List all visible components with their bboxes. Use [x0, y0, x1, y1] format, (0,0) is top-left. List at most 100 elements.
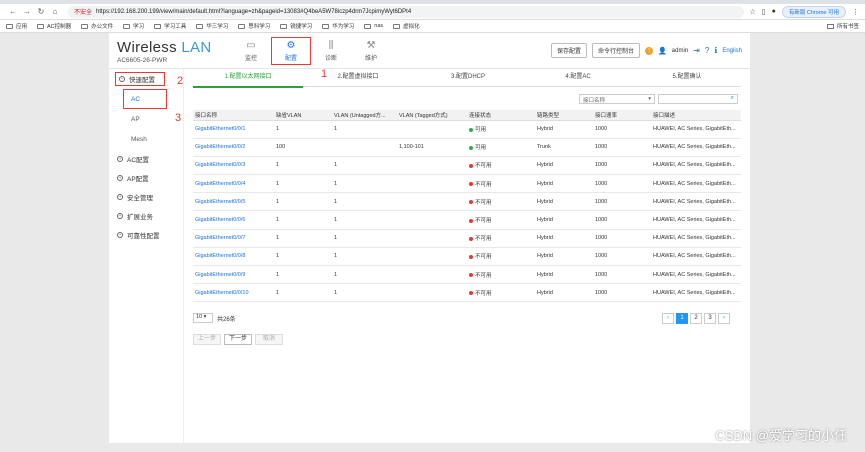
- info-icon[interactable]: ℹ: [714, 46, 717, 55]
- language-link[interactable]: English: [722, 48, 742, 54]
- save-config-button[interactable]: 保存配置: [551, 43, 588, 58]
- step-2[interactable]: 2.配置虚拟接口: [303, 71, 413, 80]
- status-text: 不可用: [475, 163, 492, 170]
- logout-icon[interactable]: ⇥: [693, 46, 700, 55]
- table-cell[interactable]: GigabitEthernet0/0/9: [193, 265, 274, 285]
- home-icon[interactable]: ⌂: [48, 7, 62, 16]
- table-cell[interactable]: GigabitEthernet0/0/1: [193, 120, 274, 139]
- table-cell[interactable]: GigabitEthernet0/0/5: [193, 192, 274, 212]
- sidebar-sub-mesh[interactable]: Mesh: [109, 129, 183, 149]
- page-1[interactable]: 1: [676, 313, 688, 324]
- table-cell: HUAWEI, AC Series, GigabitEth...: [651, 192, 741, 212]
- folder-icon: [322, 23, 330, 29]
- nav-diagnose[interactable]: ⫼ 诊断: [311, 37, 351, 65]
- bookmark-label: 学习工具: [164, 24, 187, 30]
- table-cell: 1: [332, 156, 397, 176]
- col-header[interactable]: VLAN (Untagged方...: [332, 110, 397, 121]
- profile-icon[interactable]: ●: [772, 8, 776, 15]
- back-icon[interactable]: ←: [6, 7, 20, 16]
- sidebar-sub-ac[interactable]: AC: [123, 89, 167, 109]
- page-size-select[interactable]: 10 ▾: [193, 313, 213, 323]
- reload-icon[interactable]: ↻: [34, 7, 48, 16]
- url-bar: ← → ↻ ⌂ 不安全 https://192.168.200.199/view…: [0, 4, 865, 20]
- bookmark-item[interactable]: AC控制器: [37, 22, 71, 30]
- bookmark-item[interactable]: 应用: [6, 22, 27, 30]
- bookmark-item[interactable]: 思科学习: [238, 22, 270, 30]
- status-dot-icon: [469, 254, 473, 259]
- menu-icon[interactable]: ⋮: [852, 8, 859, 16]
- star-icon[interactable]: ☆: [750, 8, 756, 16]
- forward-icon[interactable]: →: [20, 7, 34, 16]
- step-bar-active: [193, 86, 303, 88]
- all-bookmarks[interactable]: 所有书签: [826, 22, 859, 30]
- sidebar-item-security[interactable]: + 安全管理: [109, 187, 183, 206]
- sidepanel-icon[interactable]: ▯: [762, 8, 766, 16]
- bookmark-item[interactable]: 虚拟化: [393, 22, 420, 30]
- step-1[interactable]: 1.配置以太网接口: [193, 71, 303, 80]
- table-cell[interactable]: GigabitEthernet0/0/3: [193, 156, 274, 176]
- bookmark-item[interactable]: 锐捷学习: [280, 22, 312, 30]
- table-cell: [397, 174, 467, 194]
- status-dot-icon: [469, 218, 473, 223]
- table-cell[interactable]: GigabitEthernet0/0/10: [193, 283, 274, 303]
- sidebar-item-quick-config[interactable]: − 快速配置: [115, 72, 165, 86]
- nav-maintain[interactable]: ⚒ 维护: [351, 37, 391, 65]
- bookmark-item[interactable]: 办公文件: [81, 22, 113, 30]
- bookmark-item[interactable]: nas: [364, 23, 383, 29]
- insecure-badge[interactable]: 不安全: [74, 7, 92, 16]
- page-3[interactable]: 3: [704, 313, 716, 324]
- address-field[interactable]: 不安全 https://192.168.200.199/view/main/de…: [68, 5, 744, 18]
- nav-monitor[interactable]: ▭ 监控: [231, 37, 271, 65]
- col-header[interactable]: 接口名称: [193, 110, 274, 121]
- search-input[interactable]: ⌕: [658, 94, 738, 104]
- step-5[interactable]: 5.配置确认: [633, 71, 741, 80]
- sidebar-sub-ap[interactable]: AP: [109, 109, 183, 129]
- sidebar-item-extended[interactable]: + 扩展业务: [109, 206, 183, 225]
- help-icon[interactable]: ?: [705, 46, 709, 55]
- bookmark-item[interactable]: 华为学习: [322, 22, 354, 30]
- update-chrome-button[interactable]: 有新版 Chrome 可用: [781, 5, 846, 18]
- alarm-icon[interactable]: !: [645, 46, 654, 55]
- sidebar-item-ac-config[interactable]: + AC配置: [109, 149, 183, 168]
- col-header[interactable]: VLAN (Tagged方式): [397, 110, 467, 121]
- next-page-icon[interactable]: ›: [718, 313, 730, 324]
- page-2[interactable]: 2: [690, 313, 702, 324]
- step-4[interactable]: 4.配置AC: [523, 71, 633, 80]
- sidebar-item-ap-config[interactable]: + AP配置: [109, 168, 183, 187]
- prev-page-icon[interactable]: ‹: [662, 313, 674, 324]
- filter-field-select[interactable]: 接口名称 ▾: [579, 94, 655, 104]
- wizard-actions: 上一步 下一步 取消: [193, 334, 283, 345]
- table-cell: 1000: [593, 229, 651, 248]
- next-step-button[interactable]: 下一步: [224, 334, 252, 345]
- pagination: ‹ 1 2 3 ›: [662, 313, 730, 324]
- step-3[interactable]: 3.配置DHCP: [413, 71, 523, 80]
- table-cell: 不可用: [467, 174, 535, 194]
- table-cell[interactable]: GigabitEthernet0/0/6: [193, 210, 274, 230]
- col-header[interactable]: 连接状态: [467, 110, 535, 121]
- url-text[interactable]: https://192.168.200.199/view/main/defaul…: [96, 9, 411, 15]
- table-row: GigabitEthernet0/0/9 1 1 不可用 Hybrid 1000 HUAWE…: [193, 265, 741, 285]
- table-cell[interactable]: GigabitEthernet0/0/2: [193, 138, 274, 157]
- bookmark-item[interactable]: 华三学习: [196, 22, 228, 30]
- status-text: 可用: [475, 145, 487, 152]
- search-icon[interactable]: ⌕: [731, 95, 734, 103]
- username[interactable]: admin: [672, 48, 688, 54]
- col-header[interactable]: 缺省VLAN: [274, 110, 332, 121]
- sidebar-item-reliability[interactable]: + 可靠性配置: [109, 225, 183, 244]
- main-nav: ▭ 监控 ⚙ 配置 ⫼ 诊断 ⚒ 维护: [231, 37, 391, 65]
- table-cell[interactable]: GigabitEthernet0/0/7: [193, 229, 274, 248]
- col-header[interactable]: 链路类型: [535, 110, 593, 121]
- cancel-button[interactable]: 取消: [255, 334, 283, 345]
- col-header[interactable]: 接口速率: [593, 110, 651, 121]
- prev-step-button[interactable]: 上一步: [193, 334, 221, 345]
- status-text: 不可用: [475, 181, 492, 188]
- interface-table: 接口名称 缺省VLAN VLAN (Untagged方... VLAN (Tag…: [193, 110, 741, 303]
- bookmark-item[interactable]: 学习工具: [154, 22, 186, 30]
- table-row: GigabitEthernet0/0/8 1 1 不可用 Hybrid 1000 HUAWE…: [193, 247, 741, 267]
- cli-console-button[interactable]: 命令行控制台: [592, 43, 641, 58]
- col-header[interactable]: 接口描述: [651, 110, 741, 121]
- table-cell[interactable]: GigabitEthernet0/0/4: [193, 174, 274, 194]
- bookmark-item[interactable]: 学习: [123, 22, 144, 30]
- table-cell[interactable]: GigabitEthernet0/0/8: [193, 247, 274, 267]
- nav-config[interactable]: ⚙ 配置: [271, 37, 311, 65]
